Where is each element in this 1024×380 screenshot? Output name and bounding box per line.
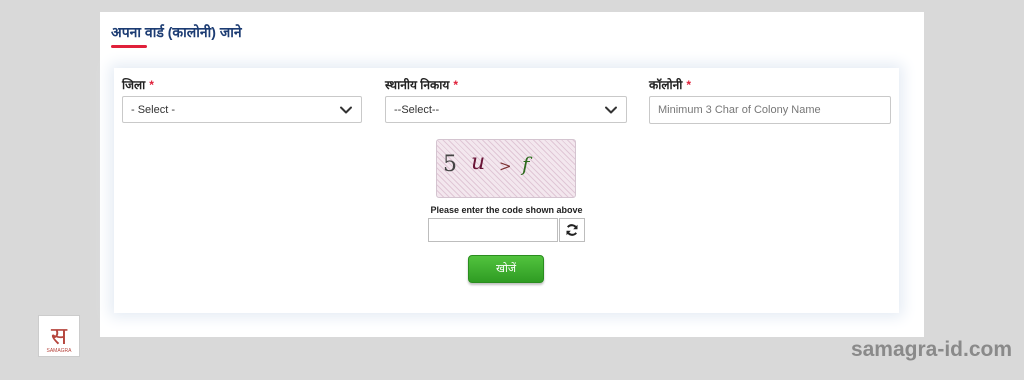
district-select[interactable]: - Select -: [122, 96, 362, 123]
local-body-label-text: स्थानीय निकाय: [385, 78, 450, 92]
captcha-char: f: [522, 152, 530, 176]
title-underline: [111, 45, 147, 48]
page-title: अपना वार्ड (कालोनी) जाने: [111, 24, 242, 40]
captcha-char: >: [499, 157, 512, 175]
refresh-icon: [566, 224, 578, 236]
captcha-image: 5 u > f: [436, 139, 576, 198]
local-body-select[interactable]: --Select--: [385, 96, 627, 123]
district-label-text: जिला: [122, 78, 146, 92]
colony-label-text: कॉलोनी: [649, 78, 683, 92]
captcha-caption: Please enter the code shown above: [430, 205, 583, 215]
site-logo: स SAMAGRA: [38, 315, 80, 357]
local-body-label: स्थानीय निकाय *: [385, 76, 458, 93]
captcha-char: u: [471, 150, 486, 175]
district-label: जिला *: [122, 76, 154, 93]
colony-label: कॉलोनी *: [649, 76, 691, 93]
district-select-value: - Select -: [131, 104, 176, 116]
captcha-refresh-button[interactable]: [559, 218, 585, 242]
search-form: जिला * - Select - स्थानीय निकाय * --Select…: [114, 68, 899, 313]
captcha-char: 5: [443, 152, 457, 177]
logo-subtext: SAMAGRA: [46, 348, 72, 354]
ward-search-card: अपना वार्ड (कालोनी) जाने जिला * - Select …: [100, 12, 924, 337]
chevron-down-icon: [605, 106, 617, 114]
captcha-input[interactable]: [428, 218, 558, 242]
required-mark: *: [149, 78, 154, 92]
required-mark: *: [453, 78, 458, 92]
colony-input[interactable]: [649, 96, 891, 124]
chevron-down-icon: [340, 106, 352, 114]
required-mark: *: [686, 78, 692, 92]
local-body-select-value: --Select--: [394, 104, 440, 116]
watermark-text: samagra-id.com: [850, 338, 1012, 361]
search-button[interactable]: खोजें: [468, 255, 544, 283]
